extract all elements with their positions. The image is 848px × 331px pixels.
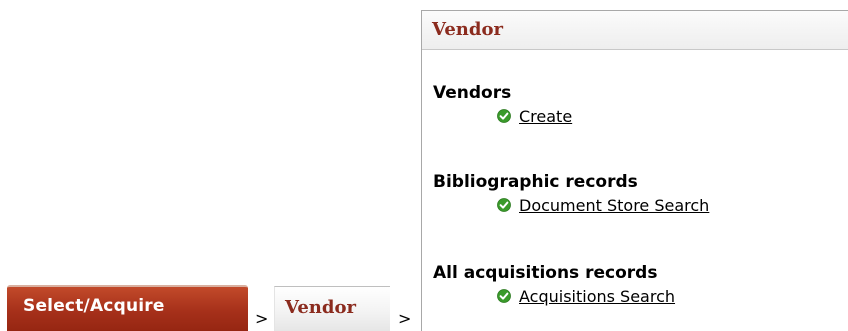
section-bibliographic-records: Bibliographic records Document Store Sea…	[433, 171, 709, 216]
section-all-acquisitions-records: All acquisitions records Acquisitions Se…	[433, 262, 675, 307]
check-icon	[497, 289, 511, 303]
document-store-search-link-row[interactable]: Document Store Search	[497, 194, 709, 216]
create-link[interactable]: Create	[519, 107, 572, 126]
check-icon	[497, 109, 511, 123]
section-title: All acquisitions records	[433, 263, 658, 283]
tab-vendor[interactable]: Vendor	[274, 286, 390, 331]
section-vendors: Vendors Create	[433, 82, 572, 127]
breadcrumb-separator: >	[398, 309, 412, 328]
panel-title: Vendor	[422, 11, 848, 50]
tab-select-acquire[interactable]: Select/Acquire	[7, 285, 248, 331]
breadcrumb-separator: >	[255, 309, 269, 328]
section-title: Bibliographic records	[433, 172, 638, 192]
section-title: Vendors	[433, 83, 512, 103]
check-icon	[497, 198, 511, 212]
document-store-search-link[interactable]: Document Store Search	[519, 196, 709, 215]
acquisitions-search-link[interactable]: Acquisitions Search	[519, 287, 675, 306]
acquisitions-search-link-row[interactable]: Acquisitions Search	[497, 285, 675, 307]
vendor-panel: Vendor Vendors Create Bibliographic reco…	[421, 10, 848, 331]
create-link-row[interactable]: Create	[497, 105, 572, 127]
